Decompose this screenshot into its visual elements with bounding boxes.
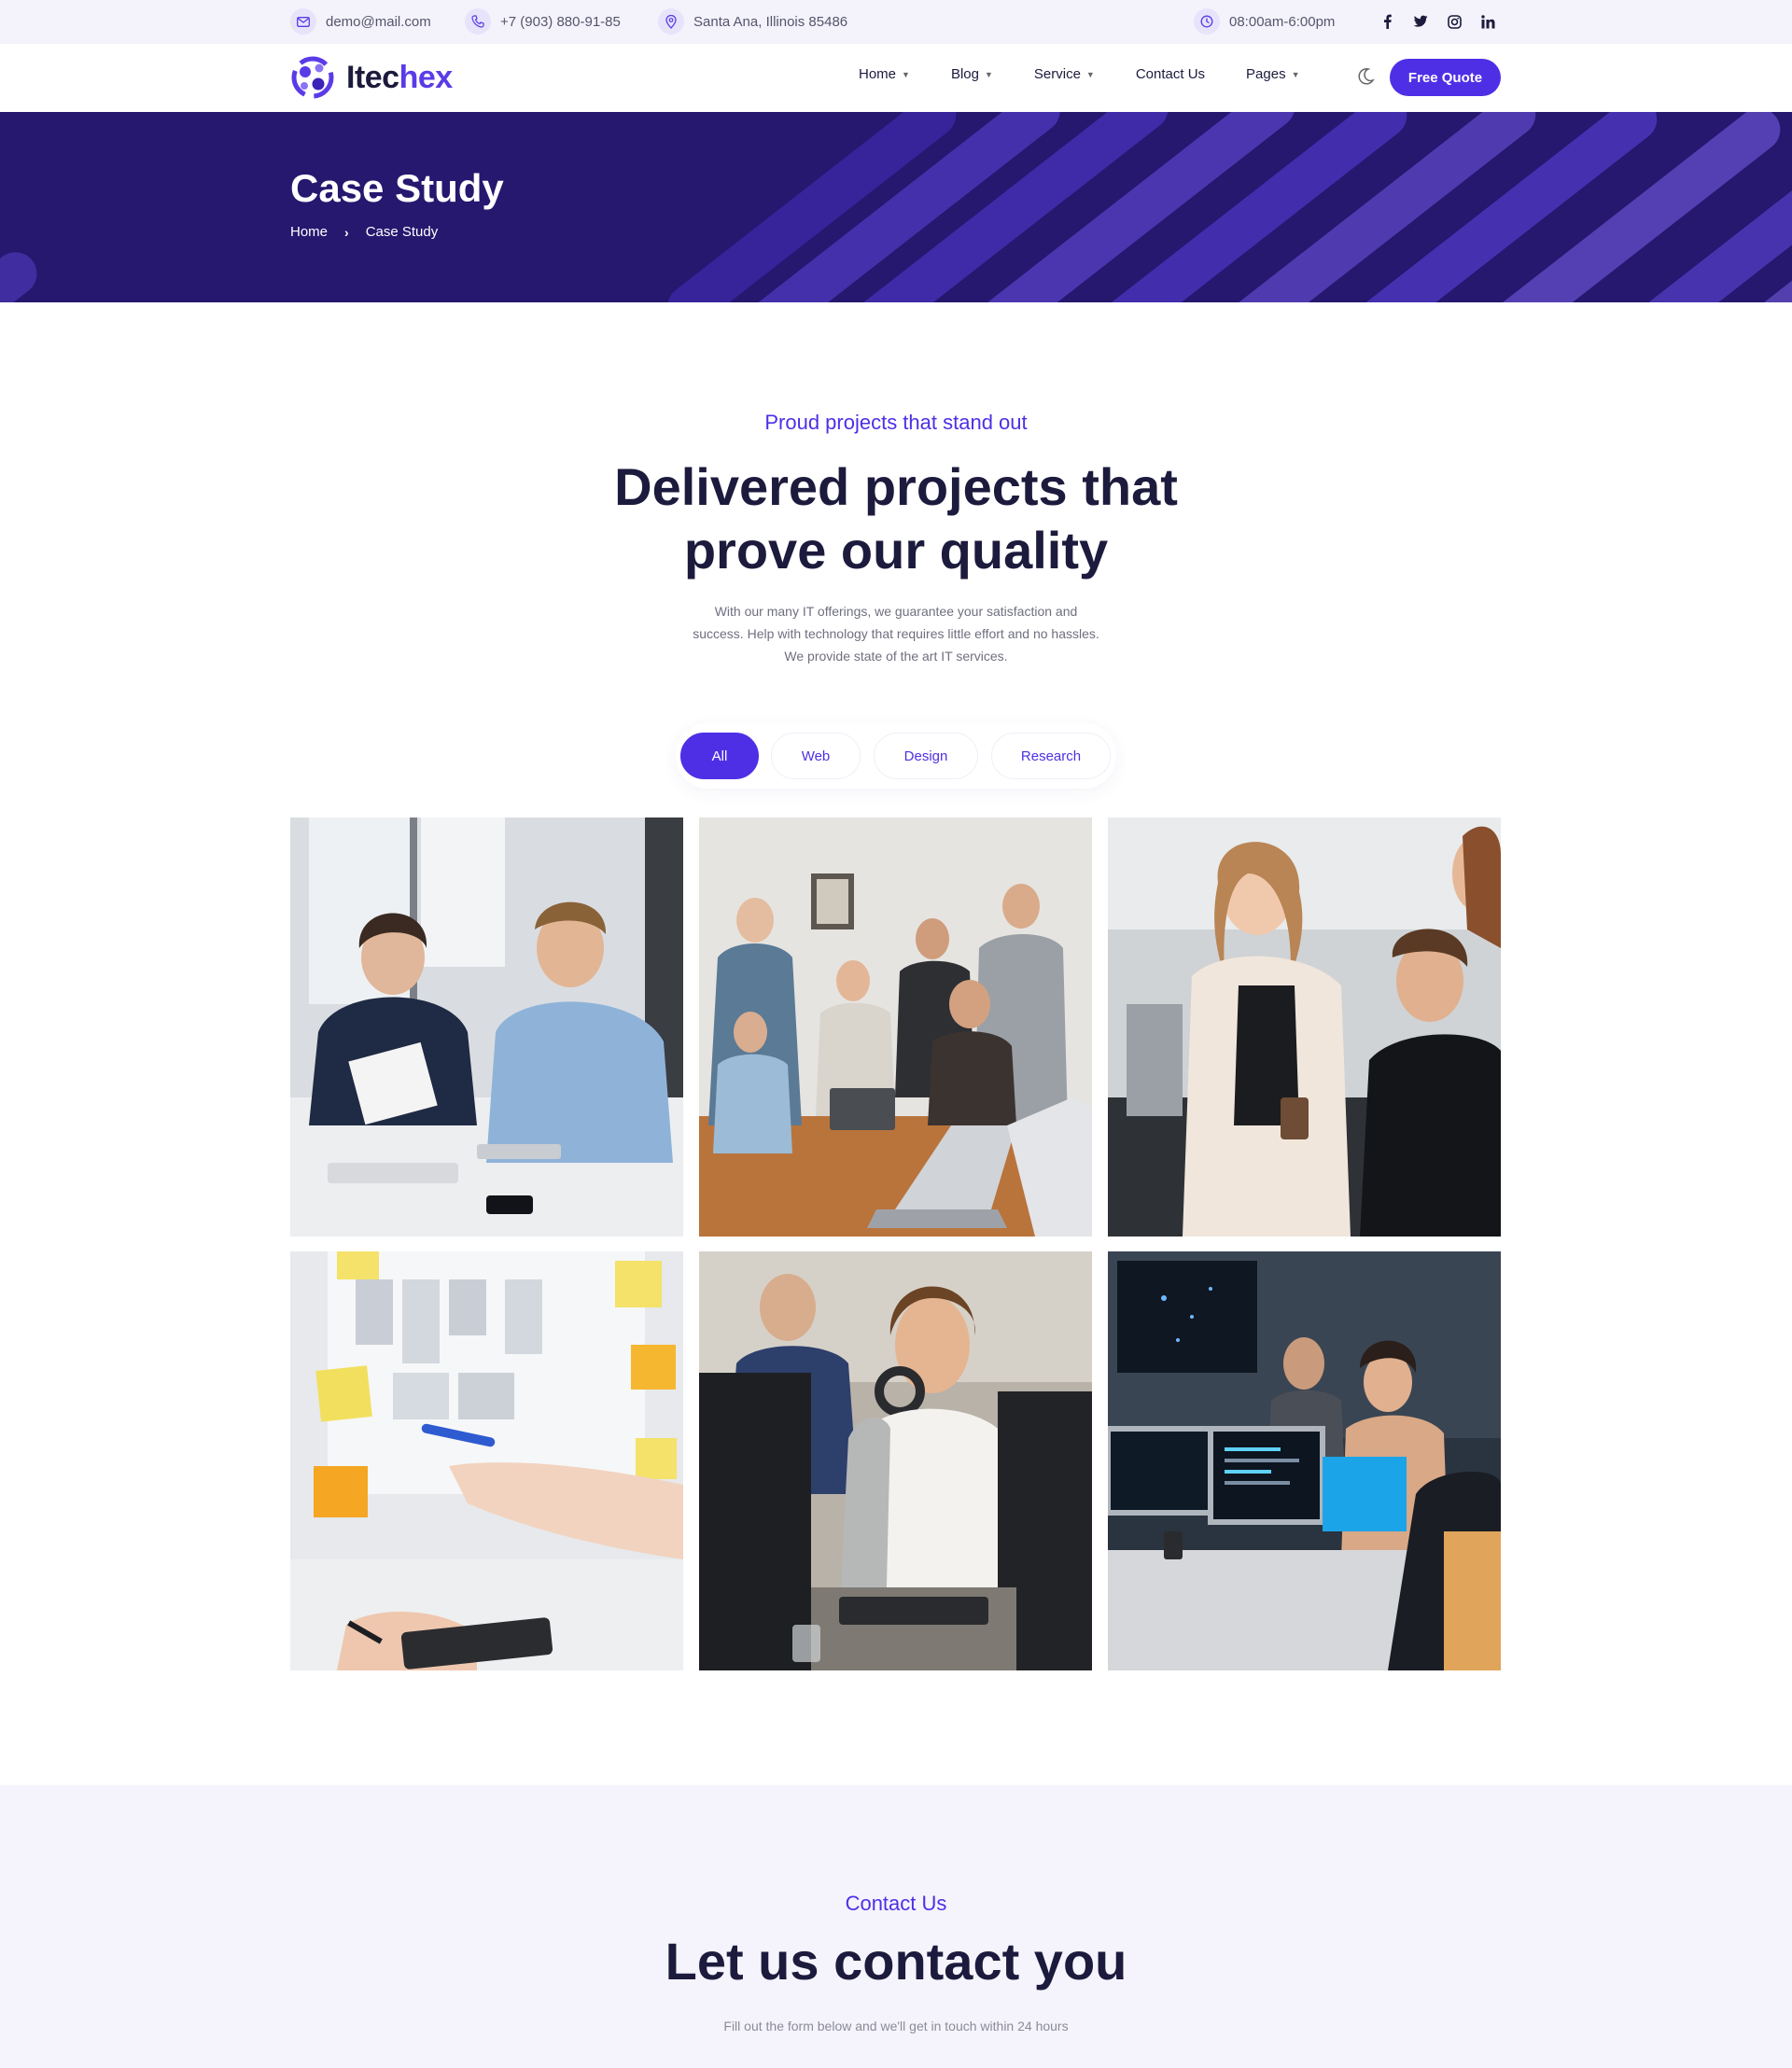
site-logo[interactable]: Itechex <box>290 55 453 100</box>
nav-item-service[interactable]: Service ▼ <box>1034 66 1095 82</box>
project-card-headset-woman[interactable] <box>699 1251 1092 1670</box>
chevron-down-icon: ▼ <box>984 69 993 79</box>
filter-research-button[interactable]: Research <box>991 733 1111 779</box>
chevron-down-icon: ▼ <box>1085 69 1095 79</box>
logo-text-part2: hex <box>399 59 454 95</box>
chevron-down-icon: ▼ <box>1291 69 1300 79</box>
colleagues-coffee-photo <box>1108 817 1501 1237</box>
clock-icon <box>1194 8 1220 35</box>
projects-description: With our many IT offerings, we guarantee… <box>663 600 1129 667</box>
facebook-icon[interactable] <box>1379 11 1394 32</box>
dark-mode-toggle-icon[interactable] <box>1355 66 1376 87</box>
twitter-icon[interactable] <box>1413 11 1428 32</box>
business-meeting-photo <box>290 817 683 1237</box>
top-info-bar: demo@mail.com +7 (903) 880-91-85 Santa A… <box>0 0 1792 44</box>
location-pin-icon <box>658 8 684 35</box>
whiteboard-sticky-notes-photo <box>290 1251 683 1670</box>
nav-menu: Home ▼ Blog ▼ Service ▼ Contact Us Pages ▼ <box>859 66 1341 82</box>
phone-icon <box>465 8 491 35</box>
project-card-team-laptops[interactable] <box>699 817 1092 1237</box>
chevron-down-icon: ▼ <box>902 69 910 79</box>
breadcrumb-home-link[interactable]: Home <box>290 224 328 240</box>
social-links <box>1379 11 1495 32</box>
contact-title: Let us contact you <box>665 1932 1127 1991</box>
projects-heading-line: prove our quality <box>683 521 1109 580</box>
topbar-phone-text: +7 (903) 880-91-85 <box>500 13 621 30</box>
contact-kicker: Contact Us <box>845 1892 947 1915</box>
projects-heading: Delivered projects that prove our qualit… <box>0 455 1792 582</box>
instagram-icon[interactable] <box>1447 11 1462 32</box>
nav-item-label: Blog <box>950 66 979 82</box>
topbar-phone[interactable]: +7 (903) 880-91-85 <box>465 8 621 35</box>
projects-kicker: Proud projects that stand out <box>764 411 1028 434</box>
nav-item-pages[interactable]: Pages ▼ <box>1246 66 1299 82</box>
filter-design-button[interactable]: Design <box>874 733 978 779</box>
hero-decor-stripe <box>0 243 46 302</box>
page-hero-banner: Case Study Home › Case Study <box>0 112 1792 302</box>
project-card-colleagues-coffee[interactable] <box>1108 817 1501 1237</box>
main-navbar: Itechex Home ▼ Blog ▼ Service ▼ Contact Us … <box>0 44 1792 112</box>
nav-item-contact[interactable]: Contact Us <box>1136 66 1205 82</box>
logo-mark-icon <box>291 56 334 99</box>
page-title: Case Study <box>290 166 504 210</box>
description-line: We provide state of the art IT services. <box>784 649 1008 664</box>
linkedin-icon[interactable] <box>1480 11 1495 32</box>
free-quote-button[interactable]: Free Quote <box>1390 59 1501 96</box>
project-card-business-meeting[interactable] <box>290 817 683 1237</box>
nav-item-label: Home <box>859 66 897 82</box>
filter-web-button[interactable]: Web <box>771 733 861 779</box>
contact-section: Contact Us Let us contact you Fill out t… <box>0 1785 1792 2068</box>
project-filter-bar: All Web Design Research <box>676 723 1116 789</box>
headset-woman-computer-photo <box>699 1251 1092 1670</box>
topbar-hours-text: 08:00am-6:00pm <box>1229 13 1336 30</box>
breadcrumb-current: Case Study <box>365 224 439 240</box>
developers-monitors-photo <box>1108 1251 1501 1670</box>
topbar-address-text: Santa Ana, Illinois 85486 <box>693 13 848 30</box>
nav-item-label: Service <box>1033 66 1081 82</box>
description-line: success. Help with technology that requi… <box>693 626 1099 641</box>
logo-wordmark: Itechex <box>346 60 453 96</box>
breadcrumb: Home › Case Study <box>290 224 438 240</box>
team-laptops-photo <box>699 817 1092 1237</box>
logo-text-part1: Itec <box>346 59 399 95</box>
contact-subtitle: Fill out the form below and we'll get in… <box>723 2019 1069 2033</box>
topbar-hours: 08:00am-6:00pm <box>1194 8 1335 35</box>
mail-icon <box>290 8 316 35</box>
topbar-address: Santa Ana, Illinois 85486 <box>658 8 847 35</box>
project-card-developers[interactable] <box>1108 1251 1501 1670</box>
project-card-whiteboard[interactable] <box>290 1251 683 1670</box>
projects-heading-line: Delivered projects that <box>614 457 1178 516</box>
nav-item-label: Pages <box>1246 66 1286 82</box>
description-line: With our many IT offerings, we guarantee… <box>714 604 1078 619</box>
topbar-email-text: demo@mail.com <box>326 13 431 30</box>
filter-all-button[interactable]: All <box>680 733 759 779</box>
nav-item-label: Contact Us <box>1135 66 1206 82</box>
nav-item-home[interactable]: Home ▼ <box>859 66 910 82</box>
nav-item-blog[interactable]: Blog ▼ <box>951 66 993 82</box>
chevron-right-icon: › <box>344 224 349 240</box>
topbar-email[interactable]: demo@mail.com <box>290 8 431 35</box>
